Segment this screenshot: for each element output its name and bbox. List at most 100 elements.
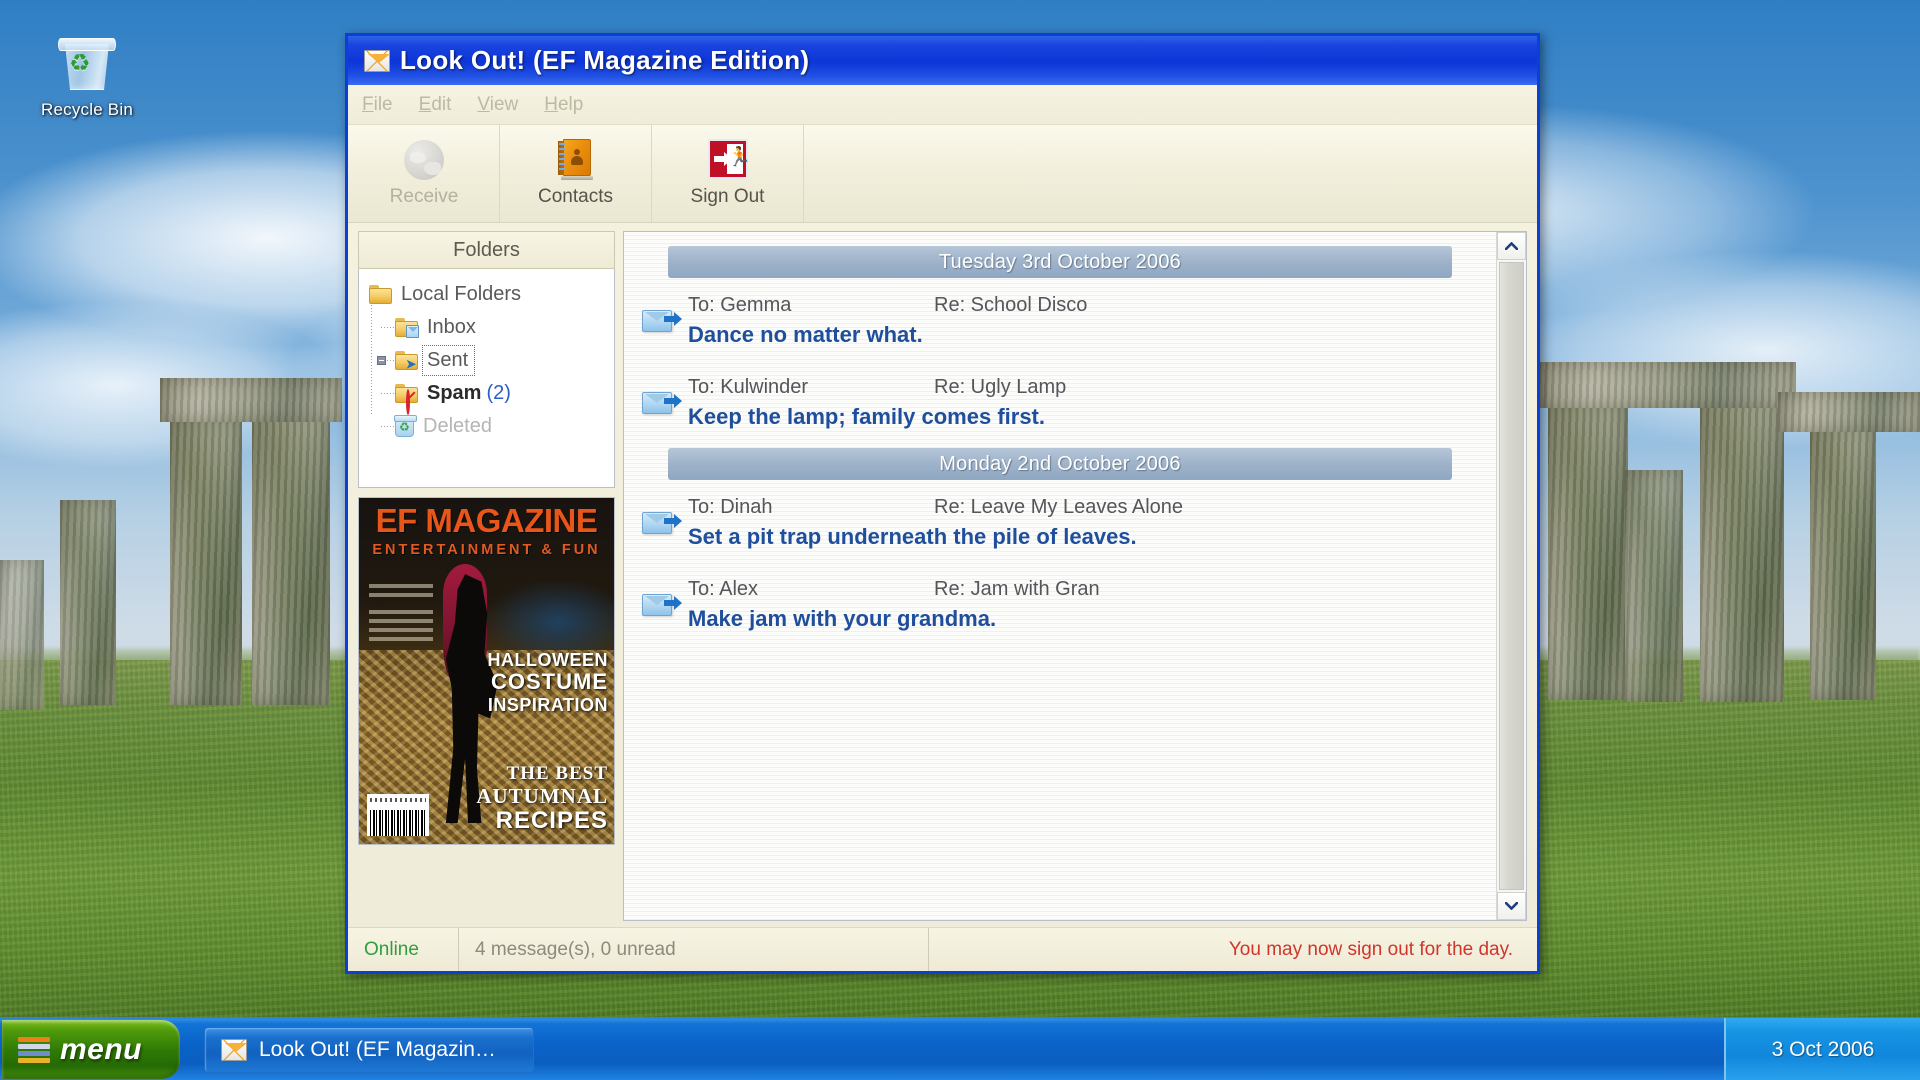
envelope-icon bbox=[221, 1038, 247, 1061]
sign-out-button[interactable]: 🏃 Sign Out bbox=[652, 125, 804, 222]
folders-pane-header: Folders bbox=[358, 231, 615, 269]
folder-unread-count: (2) bbox=[486, 382, 511, 404]
stonehenge-lintel bbox=[1538, 362, 1796, 408]
taskbar: menu Look Out! (EF Magazin… 3 Oct 2006 bbox=[0, 1017, 1920, 1080]
taskbar-window-button[interactable]: Look Out! (EF Magazin… bbox=[204, 1026, 534, 1073]
window-title: Look Out! (EF Magazine Edition) bbox=[400, 45, 810, 75]
folder-item-deleted[interactable]: Deleted bbox=[369, 410, 608, 443]
stonehenge-stone bbox=[1548, 400, 1628, 700]
stonehenge-stone bbox=[252, 400, 330, 705]
message-preview: Set a pit trap underneath the pile of le… bbox=[688, 524, 1137, 549]
message-preview: Dance no matter what. bbox=[688, 322, 923, 347]
folder-label: Spam bbox=[427, 382, 482, 404]
exit-sign-icon: 🏃 bbox=[706, 139, 751, 181]
folder-item-local-folders[interactable]: Local Folders bbox=[369, 278, 608, 311]
folder-label: Sent bbox=[427, 349, 469, 371]
menu-item-file-rest: ile bbox=[373, 93, 393, 115]
status-bar: Online 4 message(s), 0 unread You may no… bbox=[348, 927, 1537, 971]
left-column: Folders Local Folders Inbox ➤ Sent Spam … bbox=[358, 231, 615, 921]
stonehenge-stone bbox=[170, 415, 242, 705]
advert-coverline-two-l1: THE BEST bbox=[506, 762, 608, 784]
folder-item-spam[interactable]: Spam (2) bbox=[369, 377, 608, 415]
toolbar: Receive Contacts 🏃 Sign Out bbox=[348, 125, 1537, 223]
message-row[interactable]: To: Alex Re: Jam with Gran Make jam with… bbox=[624, 564, 1496, 646]
advert-left-textlines bbox=[369, 584, 433, 646]
folder-deleted-icon bbox=[394, 414, 417, 437]
receive-button-label: Receive bbox=[389, 186, 459, 207]
receive-button[interactable]: Receive bbox=[348, 125, 500, 222]
date-group-header: Tuesday 3rd October 2006 bbox=[668, 246, 1452, 278]
contacts-button[interactable]: Contacts bbox=[500, 125, 652, 222]
desktop-icon-recycle-bin[interactable]: ♻ Recycle Bin bbox=[22, 30, 152, 120]
message-subject: Re: Ugly Lamp bbox=[934, 376, 1067, 398]
advert-coverline-one-l3: INSPIRATION bbox=[487, 694, 608, 715]
magazine-advert[interactable]: EF MAGAZINE ENTERTAINMENT & FUN HALLOWEE… bbox=[358, 497, 615, 845]
message-recipient: To: Dinah bbox=[688, 496, 773, 518]
stonehenge-stone bbox=[60, 500, 116, 705]
system-tray[interactable]: 3 Oct 2006 bbox=[1724, 1018, 1920, 1080]
message-recipient: To: Gemma bbox=[688, 294, 792, 316]
scrollbar-thumb[interactable] bbox=[1499, 262, 1524, 890]
address-book-icon bbox=[554, 139, 598, 181]
folder-icon bbox=[369, 285, 392, 304]
folder-label: Inbox bbox=[427, 316, 476, 338]
sent-mail-icon bbox=[642, 392, 682, 414]
advert-coverline-one-l1: HALLOWEEN bbox=[487, 650, 608, 670]
stonehenge-stone bbox=[1810, 420, 1876, 700]
menu-item-help[interactable]: Help bbox=[544, 94, 583, 116]
sent-mail-icon bbox=[642, 512, 682, 534]
message-row[interactable]: To: Kulwinder Re: Ugly Lamp Keep the lam… bbox=[624, 362, 1496, 444]
status-notice: You may now sign out for the day. bbox=[928, 928, 1537, 971]
recycle-bin-icon: ♻ bbox=[56, 34, 118, 94]
advert-coverline-two-l2: AUTUMNAL bbox=[476, 783, 608, 808]
advert-coverline-one: HALLOWEEN COSTUME INSPIRATION bbox=[458, 650, 608, 715]
status-connection: Online bbox=[364, 938, 419, 960]
stonehenge-stone bbox=[1625, 470, 1683, 702]
menu-item-view[interactable]: View bbox=[477, 94, 518, 116]
menu-item-view-rest: iew bbox=[489, 93, 519, 115]
scroll-up-button[interactable] bbox=[1497, 232, 1526, 260]
menu-item-file[interactable]: File bbox=[362, 94, 393, 116]
folder-item-inbox[interactable]: Inbox bbox=[369, 311, 608, 344]
sent-mail-icon bbox=[642, 594, 682, 616]
globe-icon bbox=[402, 139, 446, 181]
toolbar-empty-space bbox=[804, 125, 1537, 222]
sign-out-button-label: Sign Out bbox=[690, 186, 765, 207]
hamburger-menu-icon bbox=[18, 1036, 50, 1063]
chevron-down-icon bbox=[1505, 902, 1518, 910]
folder-item-sent[interactable]: ➤ Sent bbox=[369, 344, 608, 377]
status-message-count: 4 message(s), 0 unread bbox=[458, 928, 928, 971]
scrollbar-track[interactable] bbox=[1497, 260, 1526, 892]
menu-item-help-rest: elp bbox=[557, 93, 584, 115]
message-recipient: To: Alex bbox=[688, 578, 759, 600]
message-row[interactable]: To: Gemma Re: School Disco Dance no matt… bbox=[624, 280, 1496, 362]
stonehenge-lintel bbox=[1778, 392, 1920, 432]
message-row[interactable]: To: Dinah Re: Leave My Leaves Alone Set … bbox=[624, 482, 1496, 564]
window-body: Folders Local Folders Inbox ➤ Sent Spam … bbox=[348, 223, 1537, 927]
stonehenge-stone bbox=[1700, 390, 1784, 702]
taskbar-window-label: Look Out! (EF Magazin… bbox=[259, 1037, 496, 1061]
menu-item-edit[interactable]: Edit bbox=[419, 94, 452, 116]
start-menu-button[interactable]: menu bbox=[2, 1020, 180, 1079]
message-list-scrollbar[interactable] bbox=[1496, 232, 1526, 920]
contacts-button-label: Contacts bbox=[538, 186, 613, 207]
app-window[interactable]: Look Out! (EF Magazine Edition) File Edi… bbox=[345, 33, 1540, 974]
advert-coverline-two-l3: RECIPES bbox=[495, 806, 608, 834]
desktop-icon-label: Recycle Bin bbox=[41, 100, 133, 119]
folder-inbox-icon bbox=[395, 318, 419, 338]
advert-coverline-one-l2: COSTUME bbox=[491, 669, 608, 695]
message-list[interactable]: Tuesday 3rd October 2006 To: Gemma Re: S… bbox=[624, 232, 1496, 920]
chevron-up-icon bbox=[1505, 242, 1518, 250]
folder-label: Deleted bbox=[423, 415, 492, 437]
menu-bar[interactable]: File Edit View Help bbox=[348, 85, 1537, 125]
scroll-down-button[interactable] bbox=[1497, 892, 1526, 920]
message-subject: Re: Jam with Gran bbox=[934, 578, 1100, 600]
message-subject: Re: Leave My Leaves Alone bbox=[934, 496, 1184, 518]
folder-tree[interactable]: Local Folders Inbox ➤ Sent Spam (2) ♻ De… bbox=[358, 269, 615, 488]
window-titlebar[interactable]: Look Out! (EF Magazine Edition) bbox=[348, 33, 1537, 85]
desktop[interactable]: ♻ Recycle Bin Look Out! (EF Magazine Edi… bbox=[0, 0, 1920, 1080]
advert-subtitle: ENTERTAINMENT & FUN bbox=[372, 542, 601, 558]
tree-expander-icon[interactable] bbox=[377, 356, 386, 365]
menu-item-edit-rest: dit bbox=[431, 93, 452, 115]
start-button-label: menu bbox=[60, 1032, 143, 1066]
